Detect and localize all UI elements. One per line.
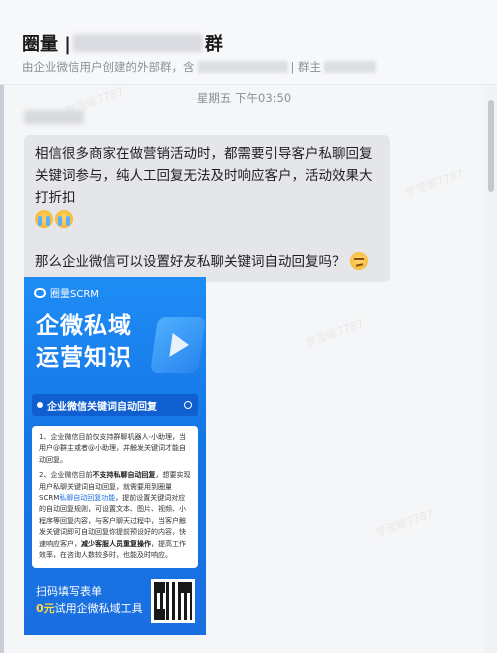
group-subtitle: 由企业微信用户创建的外部群，含 | 群主 [22, 59, 379, 75]
poster-ribbon: 企业微信关键词自动回复 [32, 394, 198, 416]
chat-header: 圈量 | 群 由企业微信用户创建的外部群，含 | 群主 [0, 0, 497, 85]
crying-face-icon [55, 210, 73, 228]
watermark: 罗滢娜7787 [373, 506, 436, 541]
crying-face-icon [35, 210, 53, 228]
poster-logo: 圈量SCRM [34, 285, 99, 300]
scrollbar-thumb[interactable] [488, 100, 494, 192]
play-icon [150, 317, 206, 373]
watermark: 罗滢娜7787 [303, 316, 366, 351]
group-title: 圈量 | 群 [22, 30, 223, 56]
poster-cta-line-1: 扫码填写表单 [36, 585, 102, 598]
poster-title: 企微私域 运营知识 [36, 310, 132, 374]
ribbon-dot-icon [37, 402, 43, 408]
message-line-2: 那么企业微信可以设置好友私聊关键词自动回复吗？ [35, 254, 346, 270]
group-title-suffix: 群 [204, 34, 223, 55]
qr-code [151, 579, 195, 623]
poster-title-line-1: 企微私域 [36, 313, 132, 339]
watermark: 罗滢娜7787 [403, 166, 466, 201]
message-timestamp: 星期五 下午03:50 [196, 91, 292, 105]
message-bubble[interactable]: 相信很多商家在做营销活动时，都需要引导客户私聊回复关键词参与，纯人工回复无法及时… [24, 135, 390, 282]
poster-logo-text: 圈量SCRM [50, 289, 99, 300]
poster-image-message[interactable]: 圈量SCRM 企微私域 运营知识 企业微信关键词自动回复 1、企业微信目前仅支持… [24, 277, 206, 635]
chat-message-area[interactable]: 罗滢娜7787 罗滢娜7787 罗滢娜7787 罗滢娜7787 星期五 下午03… [4, 85, 484, 653]
message-emojis [35, 209, 378, 231]
group-subtitle-text: 由企业微信用户创建的外部群，含 [22, 60, 195, 74]
group-owner-label: | 群主 [290, 60, 322, 74]
smirk-face-icon [349, 252, 368, 270]
message-text: 相信很多商家在做营销活动时，都需要引导客户私聊回复关键词参与，纯人工回复无法及时… [35, 143, 378, 209]
redacted-sender-name [24, 110, 84, 124]
qr-code-pattern [154, 582, 192, 620]
poster-cta: 扫码填写表单 0元试用企微私域工具 [36, 583, 143, 617]
ribbon-end-icon [184, 401, 192, 409]
poster-title-line-2: 运营知识 [36, 345, 132, 371]
poster-point-2: 2、企业微信目前不支持私聊自动回复，想要实现用户私聊关键词自动回复，就需要用到圈… [39, 471, 191, 560]
poster-cta-line-2: 0元试用企微私域工具 [36, 602, 143, 615]
brand-logo-icon [34, 287, 46, 298]
message-line-1: 相信很多商家在做营销活动时，都需要引导客户私聊回复关键词参与，纯人工回复无法及时… [35, 146, 373, 206]
redacted-group-name [72, 34, 203, 52]
redacted-owner-name [324, 61, 377, 73]
poster-ribbon-text: 企业微信关键词自动回复 [47, 401, 157, 413]
poster-point-1: 1、企业微信目前仅支持群聊机器人-小助理，当用户@群主或者@小助理，并触发关键词… [39, 433, 186, 464]
poster-info-card: 1、企业微信目前仅支持群聊机器人-小助理，当用户@群主或者@小助理，并触发关键词… [32, 426, 198, 568]
group-title-prefix: 圈量 | [22, 34, 71, 55]
redacted-member-info [197, 61, 288, 73]
message-question: 那么企业微信可以设置好友私聊关键词自动回复吗？ [35, 251, 378, 273]
